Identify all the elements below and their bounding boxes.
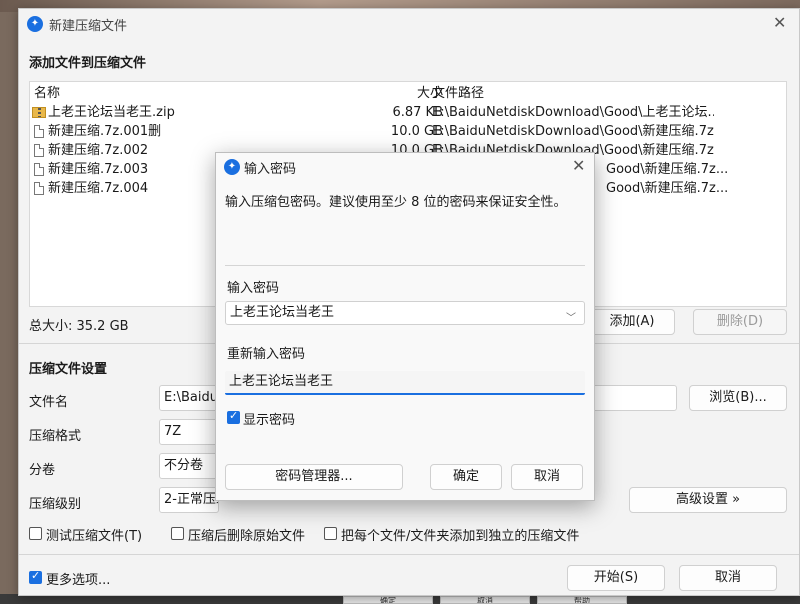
add-button[interactable]: 添加(A) (589, 309, 675, 335)
chevron-down-icon[interactable]: ﹀ (566, 308, 576, 324)
test-archive-checkbox[interactable] (29, 527, 42, 540)
settings-section-title: 压缩文件设置 (29, 362, 108, 377)
ok-button[interactable]: 确定 (430, 464, 502, 490)
close-icon[interactable]: ✕ (773, 13, 786, 32)
column-header-path[interactable]: 文件路径 (432, 84, 714, 103)
dialog-description: 输入压缩包密码。建议使用至少 8 位的密码来保证安全性。 (225, 195, 567, 210)
dialog-cancel-button[interactable]: 取消 (511, 464, 583, 490)
dialog-close-icon[interactable]: ✕ (572, 156, 585, 175)
reenter-password-label: 重新输入密码 (227, 347, 306, 362)
level-select[interactable]: 2-正常压缩 (159, 487, 219, 513)
more-options-checkbox[interactable] (29, 569, 42, 584)
total-size: 总大小: 35.2 GB (29, 319, 129, 334)
background-cancel-button: 取消 (440, 596, 530, 604)
add-files-section-title: 添加文件到压缩文件 (29, 56, 147, 71)
dialog-title: 输入密码 (244, 162, 297, 177)
delete-after-checkbox[interactable] (171, 527, 184, 540)
level-label: 压缩级别 (29, 497, 82, 512)
app-logo-icon: ✦ (224, 159, 240, 175)
delete-button[interactable]: 删除(D) (693, 309, 787, 335)
background-ok-button: 确定 (343, 596, 433, 604)
password-manager-button[interactable]: 密码管理器... (225, 464, 403, 490)
browse-button[interactable]: 浏览(B)... (689, 385, 787, 411)
volume-label: 分卷 (29, 463, 56, 478)
column-header-name[interactable]: 名称 (30, 84, 60, 103)
filename-label: 文件名 (29, 395, 69, 410)
divider (19, 554, 799, 555)
password-input[interactable]: 上老王论坛当老王 ﹀ (225, 301, 585, 325)
main-cancel-button[interactable]: 取消 (679, 565, 777, 591)
volume-select[interactable]: 不分卷 (159, 453, 219, 479)
list-item[interactable]: 新建压缩.7z.001删 10.0 GB E:\BaiduNetdiskDown… (30, 122, 786, 141)
format-select[interactable]: 7Z (159, 419, 219, 445)
reenter-password-input[interactable]: 上老王论坛当老王 (225, 371, 585, 395)
format-label: 压缩格式 (29, 429, 82, 444)
background-help-button: 帮助 (537, 596, 627, 604)
show-password-checkbox[interactable] (227, 409, 240, 424)
list-item[interactable]: 上老王论坛当老王.zip 6.87 KB E:\BaiduNetdiskDown… (30, 103, 786, 122)
advanced-settings-button[interactable]: 高级设置 » (629, 487, 787, 513)
app-logo-icon: ✦ (27, 16, 43, 32)
password-dialog: ✦ 输入密码 ✕ 输入压缩包密码。建议使用至少 8 位的密码来保证安全性。 输入… (215, 152, 595, 501)
title-bar: ✦ 新建压缩文件 ✕ (19, 9, 799, 39)
password-label: 输入密码 (227, 281, 280, 296)
list-header: 名称 大小 文件路径 (30, 84, 786, 103)
separate-archives-checkbox[interactable] (324, 527, 337, 540)
window-title: 新建压缩文件 (49, 19, 128, 34)
start-button[interactable]: 开始(S) (567, 565, 665, 591)
divider (225, 265, 585, 266)
